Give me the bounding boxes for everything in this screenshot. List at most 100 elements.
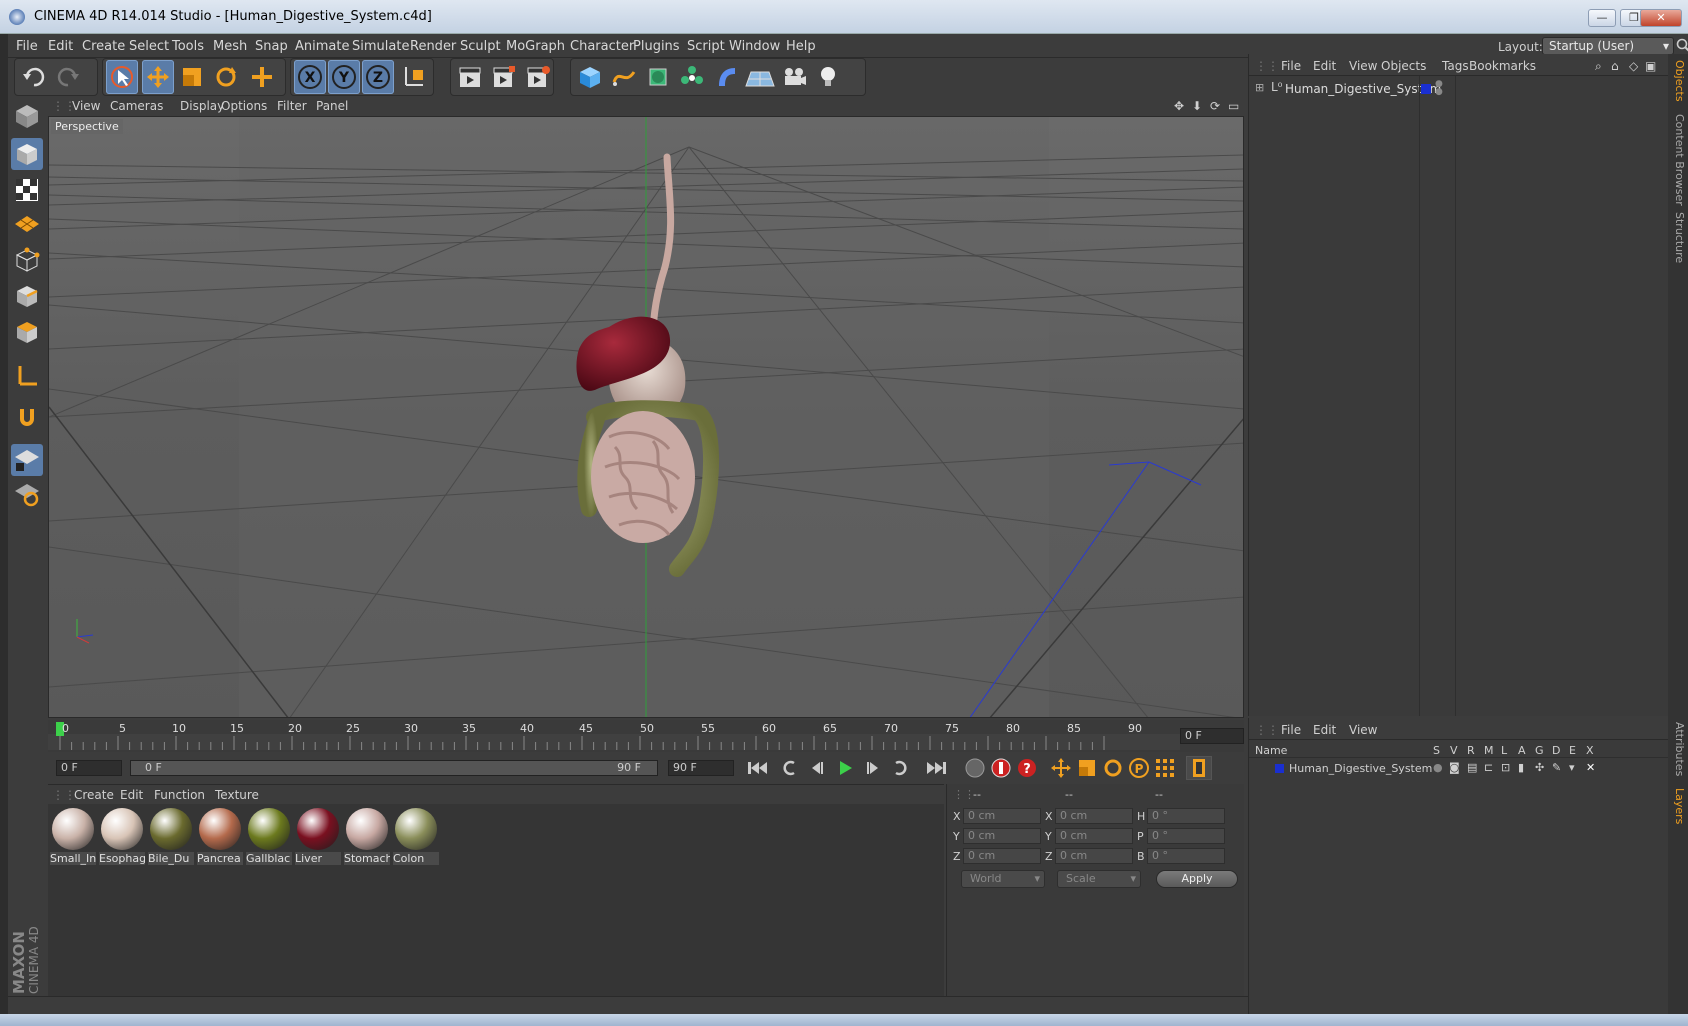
key-parameter-button[interactable]: P xyxy=(1126,756,1152,780)
record-button[interactable] xyxy=(988,756,1014,780)
go-to-end-button[interactable] xyxy=(924,756,950,780)
go-to-start-button[interactable] xyxy=(744,756,770,780)
tab-structure[interactable]: Structure xyxy=(1670,212,1686,263)
size-x-field[interactable]: 0 cm xyxy=(1055,808,1133,824)
mograph-cloner-button[interactable] xyxy=(676,60,708,94)
objects-menu-objects[interactable]: Objects xyxy=(1381,59,1426,73)
menu-select[interactable]: Select xyxy=(129,39,169,54)
size-y-field[interactable]: 0 cm xyxy=(1055,828,1133,844)
material-swatch[interactable]: Bile_Du xyxy=(148,806,194,866)
tab-attributes[interactable]: Attributes xyxy=(1670,722,1686,776)
perspective-viewport[interactable]: Perspective xyxy=(48,116,1244,718)
layers-menu-file[interactable]: File xyxy=(1281,723,1301,737)
layers-menu-edit[interactable]: Edit xyxy=(1313,723,1336,737)
previous-key-button[interactable] xyxy=(776,756,802,780)
key-scale-button[interactable] xyxy=(1074,756,1100,780)
render-view-button[interactable] xyxy=(454,60,486,94)
redo-button[interactable] xyxy=(52,60,84,94)
menu-sculpt[interactable]: Sculpt xyxy=(460,39,501,54)
material-swatch[interactable]: Esophag xyxy=(99,806,145,866)
layer-col-expressions[interactable]: E xyxy=(1569,744,1576,757)
material-menu-create[interactable]: Create xyxy=(74,788,114,802)
expression-icon[interactable]: ▾ xyxy=(1569,761,1575,774)
workplane-lock-button[interactable] xyxy=(11,444,43,476)
menu-file[interactable]: File xyxy=(16,39,38,54)
object-row[interactable]: ⊞ L⁰ Human_Digestive_System ● ● xyxy=(1249,80,1669,98)
tab-objects[interactable]: Objects xyxy=(1670,60,1686,102)
layer-col-generators[interactable]: G xyxy=(1535,744,1544,757)
layer-col-view[interactable]: V xyxy=(1450,744,1458,757)
x-axis-button[interactable]: X xyxy=(294,60,326,94)
end-frame-field[interactable]: 90 F xyxy=(668,760,734,776)
render-clapboard-icon[interactable]: ▤ xyxy=(1467,761,1477,774)
close-button[interactable]: ✕ xyxy=(1640,9,1682,27)
start-frame-field[interactable]: 0 F xyxy=(56,760,122,776)
layer-col-xref[interactable]: X xyxy=(1586,744,1594,757)
menu-create[interactable]: Create xyxy=(82,39,125,54)
rotate-tool-button[interactable] xyxy=(210,60,242,94)
deformer-button[interactable] xyxy=(710,60,742,94)
material-menu-texture[interactable]: Texture xyxy=(215,788,259,802)
generator-icon[interactable]: ✣ xyxy=(1535,761,1544,774)
viewport-menu-options[interactable]: Options xyxy=(221,99,267,113)
solo-dot-icon[interactable]: ● xyxy=(1433,761,1443,774)
new-window-icon[interactable]: ▣ xyxy=(1645,59,1656,73)
model-mode-button[interactable] xyxy=(11,138,43,170)
layer-color-tag[interactable] xyxy=(1421,84,1431,94)
size-z-field[interactable]: 0 cm xyxy=(1055,848,1133,864)
make-editable-button[interactable] xyxy=(11,100,43,132)
objects-menu-view[interactable]: View xyxy=(1349,59,1377,73)
material-menu-edit[interactable]: Edit xyxy=(120,788,143,802)
coord-system-dropdown[interactable]: World ▾ xyxy=(961,870,1045,888)
material-swatch[interactable]: Liver xyxy=(295,806,341,866)
timeline-layout-button[interactable] xyxy=(1186,756,1212,780)
position-z-field[interactable]: 0 cm xyxy=(963,848,1041,864)
position-y-field[interactable]: 0 cm xyxy=(963,828,1041,844)
material-menu-function[interactable]: Function xyxy=(154,788,205,802)
play-button[interactable] xyxy=(832,756,858,780)
material-swatch[interactable]: Pancrea xyxy=(197,806,243,866)
objects-menu-bookmarks[interactable]: Bookmarks xyxy=(1469,59,1536,73)
visibility-dots-icon[interactable]: ● ● xyxy=(1435,80,1443,97)
menu-help[interactable]: Help xyxy=(786,39,816,54)
current-frame-field[interactable]: 0 F xyxy=(1180,728,1244,744)
object-name[interactable]: Human_Digestive_System xyxy=(1285,82,1441,96)
edges-mode-button[interactable] xyxy=(11,280,43,312)
layers-menu-view[interactable]: View xyxy=(1349,723,1377,737)
layer-col-locked[interactable]: L xyxy=(1501,744,1507,757)
rotation-b-field[interactable]: 0 ° xyxy=(1147,848,1225,864)
xref-x-icon[interactable]: ✕ xyxy=(1586,761,1595,774)
collapse-icon[interactable]: ◇ xyxy=(1629,59,1638,73)
menu-window[interactable]: Window xyxy=(729,39,780,54)
cinema4d-app-icon[interactable] xyxy=(9,9,25,25)
key-pla-button[interactable] xyxy=(1152,756,1178,780)
polygons-mode-button[interactable] xyxy=(11,316,43,348)
viewport-menu-panel[interactable]: Panel xyxy=(316,99,348,113)
minimize-button[interactable]: — xyxy=(1588,9,1616,27)
y-axis-button[interactable]: Y xyxy=(328,60,360,94)
lock-icon[interactable]: ⊡ xyxy=(1501,761,1510,774)
snap-button[interactable] xyxy=(11,402,43,434)
viewport-camera-label[interactable]: Perspective xyxy=(51,119,123,134)
light-button[interactable] xyxy=(812,60,844,94)
layer-col-manager[interactable]: M xyxy=(1484,744,1494,757)
layer-color-swatch[interactable] xyxy=(1275,764,1284,773)
previous-frame-button[interactable] xyxy=(804,756,830,780)
autokey-button[interactable]: ? xyxy=(1014,756,1040,780)
objects-menu-tags[interactable]: Tags xyxy=(1442,59,1469,73)
tab-layers[interactable]: Layers xyxy=(1670,788,1686,824)
viewport-menu-cameras[interactable]: Cameras xyxy=(110,99,163,113)
layer-name[interactable]: Human_Digestive_System xyxy=(1289,762,1432,775)
menu-mograph[interactable]: MoGraph xyxy=(506,39,565,54)
viewport-menu-filter[interactable]: Filter xyxy=(277,99,307,113)
position-x-field[interactable]: 0 cm xyxy=(963,808,1041,824)
menu-snap[interactable]: Snap xyxy=(255,39,288,54)
render-picture-viewer-button[interactable] xyxy=(488,60,520,94)
size-mode-dropdown[interactable]: Scale ▾ xyxy=(1057,870,1141,888)
points-mode-button[interactable] xyxy=(11,244,43,276)
viewport-rotate-icon[interactable]: ⟳ xyxy=(1210,99,1220,113)
cube-button[interactable] xyxy=(574,60,606,94)
menu-mesh[interactable]: Mesh xyxy=(213,39,247,54)
menu-edit[interactable]: Edit xyxy=(48,39,73,54)
layer-col-animation[interactable]: A xyxy=(1518,744,1526,757)
